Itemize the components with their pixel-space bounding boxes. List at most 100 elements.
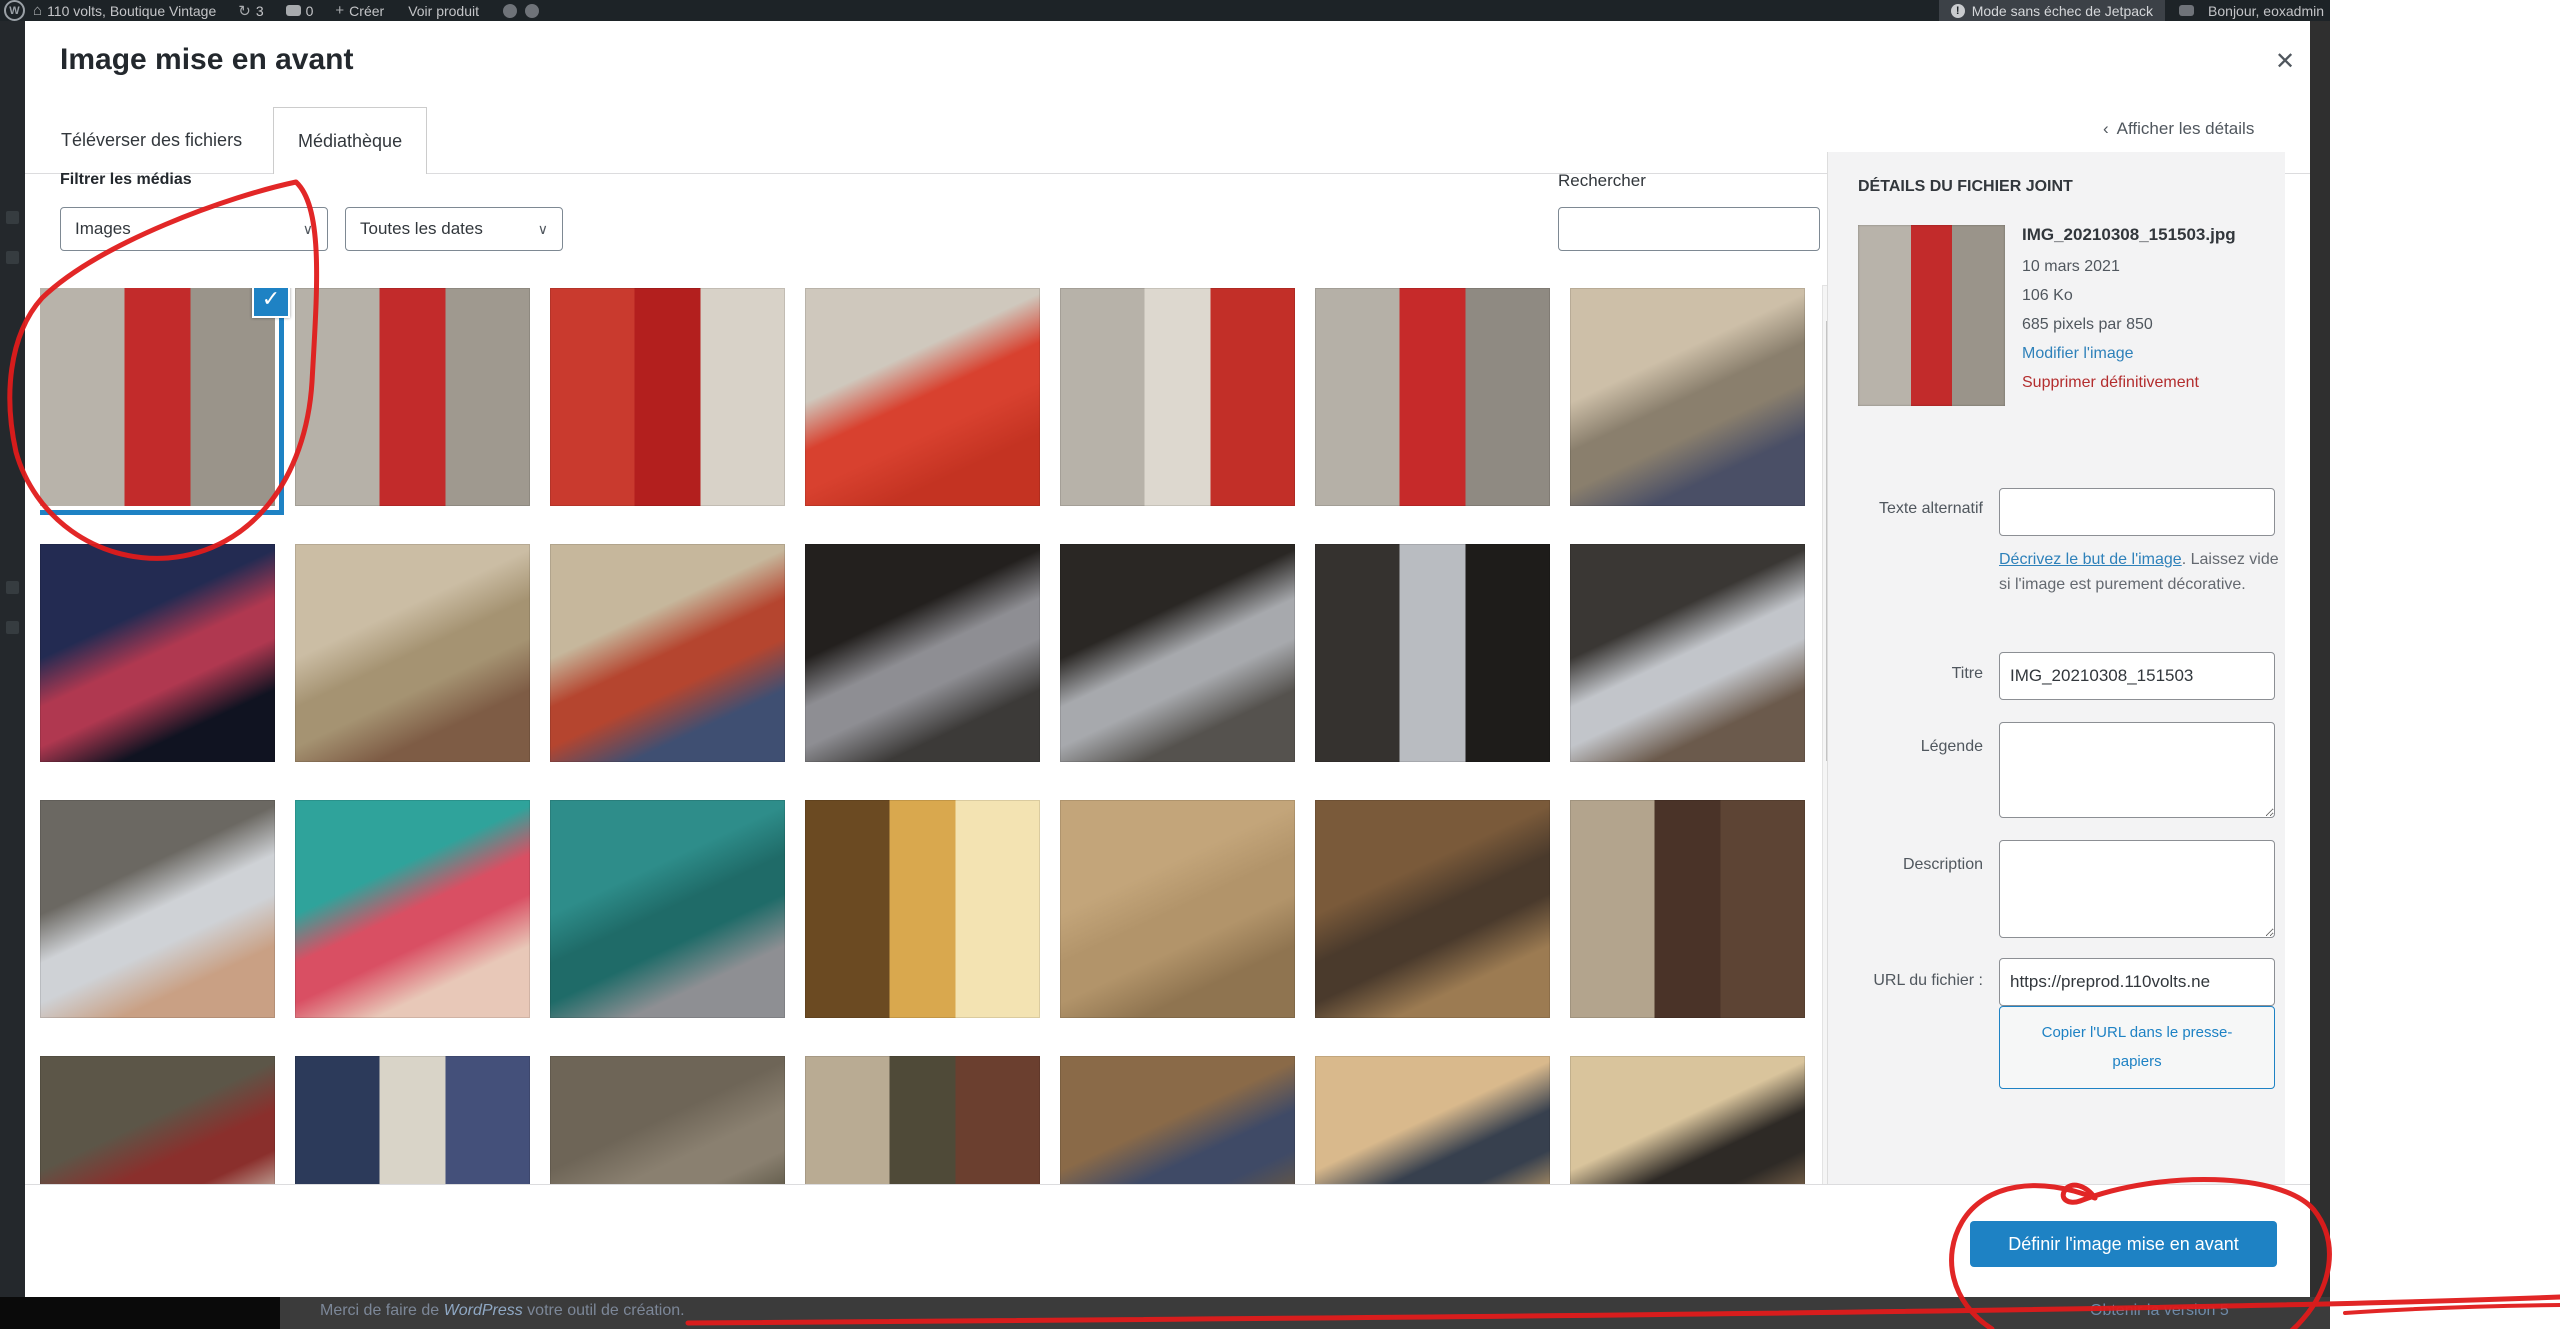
attachment-details-heading: DÉTAILS DU FICHIER JOINT xyxy=(1858,178,2073,196)
admin-menu-icon xyxy=(6,621,19,634)
thumb-hand-blade-dark[interactable] xyxy=(1570,544,1805,762)
thumb-barbour-shirt[interactable] xyxy=(295,1056,530,1205)
wp-footer-credit: Merci de faire de WordPress votre outil … xyxy=(320,1302,685,1320)
media-grid: ✓ xyxy=(40,288,1805,1205)
plus-icon: + xyxy=(335,2,344,19)
attachment-dimensions: 685 pixels par 850 xyxy=(2022,316,2153,334)
admin-bar: W ⌂ 110 volts, Boutique Vintage ↻ 3 0 + … xyxy=(0,0,2330,21)
thumb-corduroy-collar[interactable] xyxy=(1060,1056,1295,1205)
thumb-metal-propeller-dark[interactable] xyxy=(805,544,1040,762)
comments-menu[interactable]: 0 xyxy=(286,3,314,19)
alt-help-dot: . xyxy=(2182,551,2186,568)
show-details-label: Afficher les détails xyxy=(2117,119,2255,139)
chevron-down-icon: ∨ xyxy=(538,221,548,238)
wordpress-logo-icon[interactable]: W xyxy=(4,0,25,21)
chevron-left-icon: ‹ xyxy=(2103,119,2109,139)
admin-menu-icon xyxy=(6,251,19,264)
alt-help-link[interactable]: Décrivez le but de l'image xyxy=(1999,551,2182,568)
jetpack-safe-mode-badge[interactable]: ! Mode sans échec de Jetpack xyxy=(1939,0,2165,21)
title-input[interactable] xyxy=(1999,652,2275,700)
admin-menu-icon xyxy=(6,581,19,594)
thumb-red-knife-open[interactable] xyxy=(1315,288,1550,506)
wordpress-media-modal-page: W ⌂ 110 volts, Boutique Vintage ↻ 3 0 + … xyxy=(0,0,2560,1329)
thumb-rings-stone-star[interactable] xyxy=(295,544,530,762)
tab-upload-files[interactable]: Téléverser des fichiers xyxy=(37,107,266,173)
wp-version-link[interactable]: Obtenir la version 5 xyxy=(2090,1302,2229,1320)
thumb-tan-waxed-jacket[interactable] xyxy=(1060,800,1295,1018)
thumb-hand-disc[interactable] xyxy=(1570,1056,1805,1205)
comments-count: 0 xyxy=(306,3,314,19)
close-icon[interactable]: ✕ xyxy=(2275,47,2295,76)
warning-icon: ! xyxy=(1951,4,1965,18)
thumb-swiss-knife-sculpture-selected[interactable]: ✓ xyxy=(40,288,275,506)
thumb-painted-slats[interactable] xyxy=(550,544,785,762)
description-textarea[interactable] xyxy=(1999,840,2275,938)
account-icon xyxy=(2179,5,2194,16)
thumb-red-handle-top[interactable] xyxy=(805,288,1040,506)
media-date-value: Toutes les dates xyxy=(360,219,483,239)
thumb-sputnik-chandelier[interactable] xyxy=(805,800,1040,1018)
overlay-bottom-strip: Merci de faire de WordPress votre outil … xyxy=(0,1297,2330,1329)
thumb-red-cross-closeup[interactable] xyxy=(550,288,785,506)
site-name-label: 110 volts, Boutique Vintage xyxy=(47,3,216,19)
plugin-icon-2[interactable] xyxy=(525,4,539,18)
updates-menu[interactable]: ↻ 3 xyxy=(238,2,263,20)
media-date-select[interactable]: Toutes les dates ∨ xyxy=(345,207,563,251)
thumb-star-stone-wall[interactable] xyxy=(1570,288,1805,506)
account-menu[interactable]: Bonjour, eoxadmin xyxy=(2208,3,2324,19)
greeting-label: Bonjour, eoxadmin xyxy=(2208,3,2324,19)
thumb-green-waxed-jacket[interactable] xyxy=(805,1056,1040,1205)
copy-url-button[interactable]: Copier l'URL dans le presse-papiers xyxy=(1999,1006,2275,1089)
thumb-zipper-closeup[interactable] xyxy=(40,1056,275,1205)
edit-image-link[interactable]: Modifier l'image xyxy=(2022,345,2134,363)
modal-footer xyxy=(25,1184,2310,1277)
thumb-propeller-round-base[interactable] xyxy=(1060,544,1295,762)
overlay-right-strip xyxy=(2310,21,2330,1297)
new-content-menu[interactable]: + Créer xyxy=(335,2,384,19)
wordpress-link[interactable]: WordPress xyxy=(444,1302,523,1319)
attachment-filesize: 106 Ko xyxy=(2022,287,2073,305)
media-type-value: Images xyxy=(75,219,131,239)
new-content-label: Créer xyxy=(349,3,384,19)
selected-check-icon[interactable]: ✓ xyxy=(252,288,290,318)
thumb-blade-closeup-dark[interactable] xyxy=(1315,544,1550,762)
thumb-mask-brooch[interactable] xyxy=(1315,1056,1550,1205)
attachment-filename: IMG_20210308_151503.jpg xyxy=(2022,225,2282,245)
alt-text-label: Texte alternatif xyxy=(1833,500,1983,518)
caption-textarea[interactable] xyxy=(1999,722,2275,818)
modal-title: Image mise en avant xyxy=(60,43,353,77)
attachment-date: 10 mars 2021 xyxy=(2022,258,2120,276)
updates-icon: ↻ xyxy=(238,2,251,20)
view-product-menu[interactable]: Voir produit xyxy=(408,3,479,19)
thumb-waxed-pocket[interactable] xyxy=(550,1056,785,1205)
tab-media-library[interactable]: Médiathèque xyxy=(273,107,427,174)
home-icon: ⌂ xyxy=(33,2,42,19)
search-input[interactable] xyxy=(1558,207,1820,251)
footer-credit-post: votre outil de création. xyxy=(523,1302,685,1319)
thumb-hand-blade-light[interactable] xyxy=(40,800,275,1018)
admin-menu-strip xyxy=(0,21,25,1329)
alt-text-input[interactable] xyxy=(1999,488,2275,536)
set-featured-image-button[interactable]: Définir l'image mise en avant xyxy=(1970,1221,2277,1267)
thumb-victorinox-trophy[interactable] xyxy=(1060,288,1295,506)
delete-permanently-link[interactable]: Supprimer définitivement xyxy=(2022,374,2199,392)
attachment-thumbnail xyxy=(1858,225,2005,406)
thumb-skateboard-graffiti[interactable] xyxy=(295,800,530,1018)
thumb-swiss-knife-sculpture[interactable] xyxy=(295,288,530,506)
description-label: Description xyxy=(1833,856,1983,874)
plugin-icon-1[interactable] xyxy=(503,4,517,18)
alt-help-text: Décrivez le but de l'image. Laissez vide… xyxy=(1999,548,2279,598)
search-label: Rechercher xyxy=(1558,171,1646,191)
file-url-input[interactable] xyxy=(1999,958,2275,1006)
thumb-star-lights-dark[interactable] xyxy=(40,544,275,762)
show-details-link[interactable]: ‹ Afficher les détails xyxy=(2103,119,2254,139)
chevron-down-icon: ∨ xyxy=(303,221,313,238)
caption-label: Légende xyxy=(1833,738,1983,756)
thumb-plaid-lining[interactable] xyxy=(1315,800,1550,1018)
thumb-brown-coat-wood[interactable] xyxy=(1570,800,1805,1018)
file-url-label: URL du fichier : xyxy=(1833,972,1983,990)
site-name-menu[interactable]: ⌂ 110 volts, Boutique Vintage xyxy=(33,2,216,19)
media-type-select[interactable]: Images ∨ xyxy=(60,207,328,251)
comments-icon xyxy=(286,5,301,16)
thumb-cinema-facade[interactable] xyxy=(550,800,785,1018)
